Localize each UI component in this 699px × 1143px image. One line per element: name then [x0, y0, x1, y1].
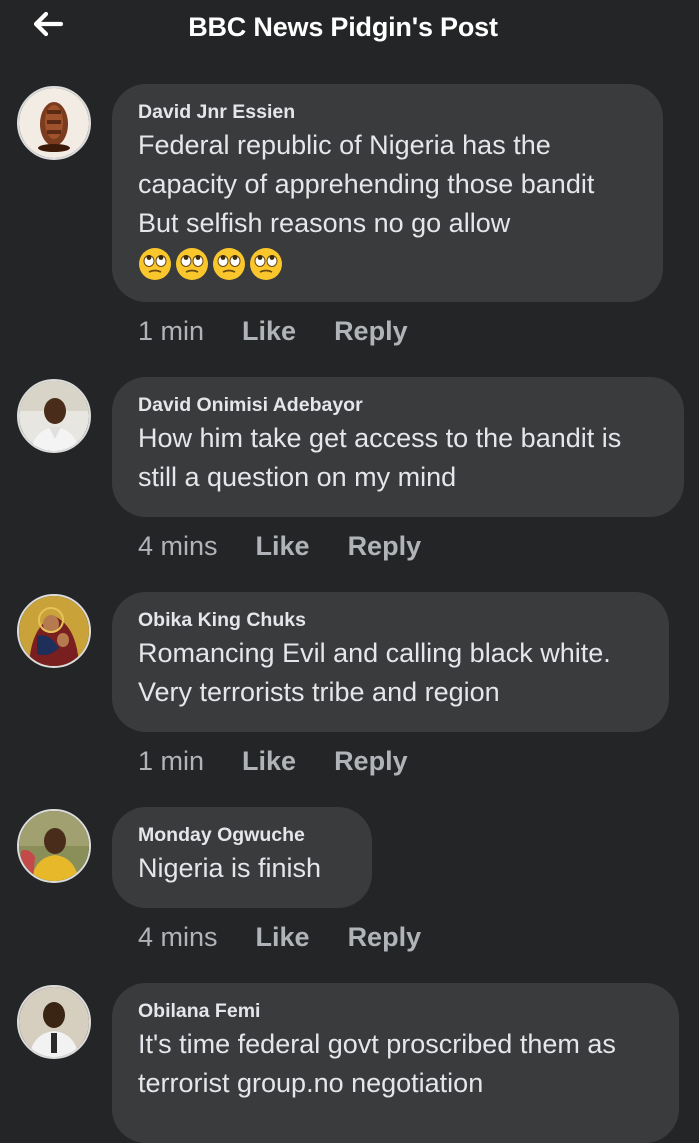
rolling-eyes-emoji-icon	[250, 248, 282, 280]
comment-text-line: terrorist group.no negotiation	[138, 1068, 484, 1098]
emoji-row	[138, 247, 637, 281]
reply-button[interactable]: Reply	[334, 746, 408, 777]
comment-text-line: But selfish reasons no go allow	[138, 208, 511, 238]
reply-button[interactable]: Reply	[348, 531, 422, 562]
like-button[interactable]: Like	[256, 531, 310, 562]
rolling-eyes-emoji-icon	[139, 248, 171, 280]
post-header: BBC News Pidgin's Post	[0, 0, 699, 60]
comment-author[interactable]: Obika King Chuks	[138, 606, 643, 634]
page-title: BBC News Pidgin's Post	[188, 12, 498, 42]
avatar[interactable]	[17, 809, 91, 883]
comment-text-line: It's time federal govt proscribed them a…	[138, 1029, 616, 1059]
comment-bubble: Obika King Chuks Romancing Evil and call…	[112, 592, 669, 732]
avatar[interactable]	[17, 379, 91, 453]
comment-bubble: Obilana Femi It's time federal govt pros…	[112, 983, 679, 1143]
comment-time: 1 min	[138, 746, 205, 776]
comment-actions: 1 min Like Reply	[138, 316, 408, 347]
comment-time: 4 mins	[138, 922, 218, 952]
comment-author[interactable]: Obilana Femi	[138, 997, 653, 1025]
avatar[interactable]	[17, 594, 91, 668]
comment-text-line: still a question on my mind	[138, 462, 457, 492]
comment-text-line: Federal republic of Nigeria has the	[138, 130, 551, 160]
comment-text-line: Nigeria is finish	[138, 853, 322, 883]
comment-actions: 1 min Like Reply	[138, 746, 408, 777]
comment-text-line: How him take get access to the bandit is	[138, 423, 622, 453]
comment-bubble: David Onimisi Adebayor How him take get …	[112, 377, 684, 517]
comment-author[interactable]: Monday Ogwuche	[138, 821, 346, 849]
like-button[interactable]: Like	[256, 922, 310, 953]
rolling-eyes-emoji-icon	[176, 248, 208, 280]
comment-text-line: Romancing Evil and calling black white.	[138, 638, 611, 668]
avatar[interactable]	[17, 985, 91, 1059]
comment-text-line: capacity of apprehending those bandit	[138, 169, 595, 199]
comment-text-line: Very terrorists tribe and region	[138, 677, 500, 707]
comment-author[interactable]: David Jnr Essien	[138, 98, 637, 126]
reply-button[interactable]: Reply	[348, 922, 422, 953]
comment-actions: 4 mins Like Reply	[138, 922, 421, 953]
comment-author[interactable]: David Onimisi Adebayor	[138, 391, 658, 419]
comment-bubble: Monday Ogwuche Nigeria is finish	[112, 807, 372, 908]
like-button[interactable]: Like	[242, 746, 296, 777]
reply-button[interactable]: Reply	[334, 316, 408, 347]
comment-bubble: David Jnr Essien Federal republic of Nig…	[112, 84, 663, 302]
comment-actions: 4 mins Like Reply	[138, 531, 421, 562]
comment-time: 4 mins	[138, 531, 218, 561]
comment-time: 1 min	[138, 316, 205, 346]
rolling-eyes-emoji-icon	[213, 248, 245, 280]
like-button[interactable]: Like	[242, 316, 296, 347]
avatar[interactable]	[17, 86, 91, 160]
